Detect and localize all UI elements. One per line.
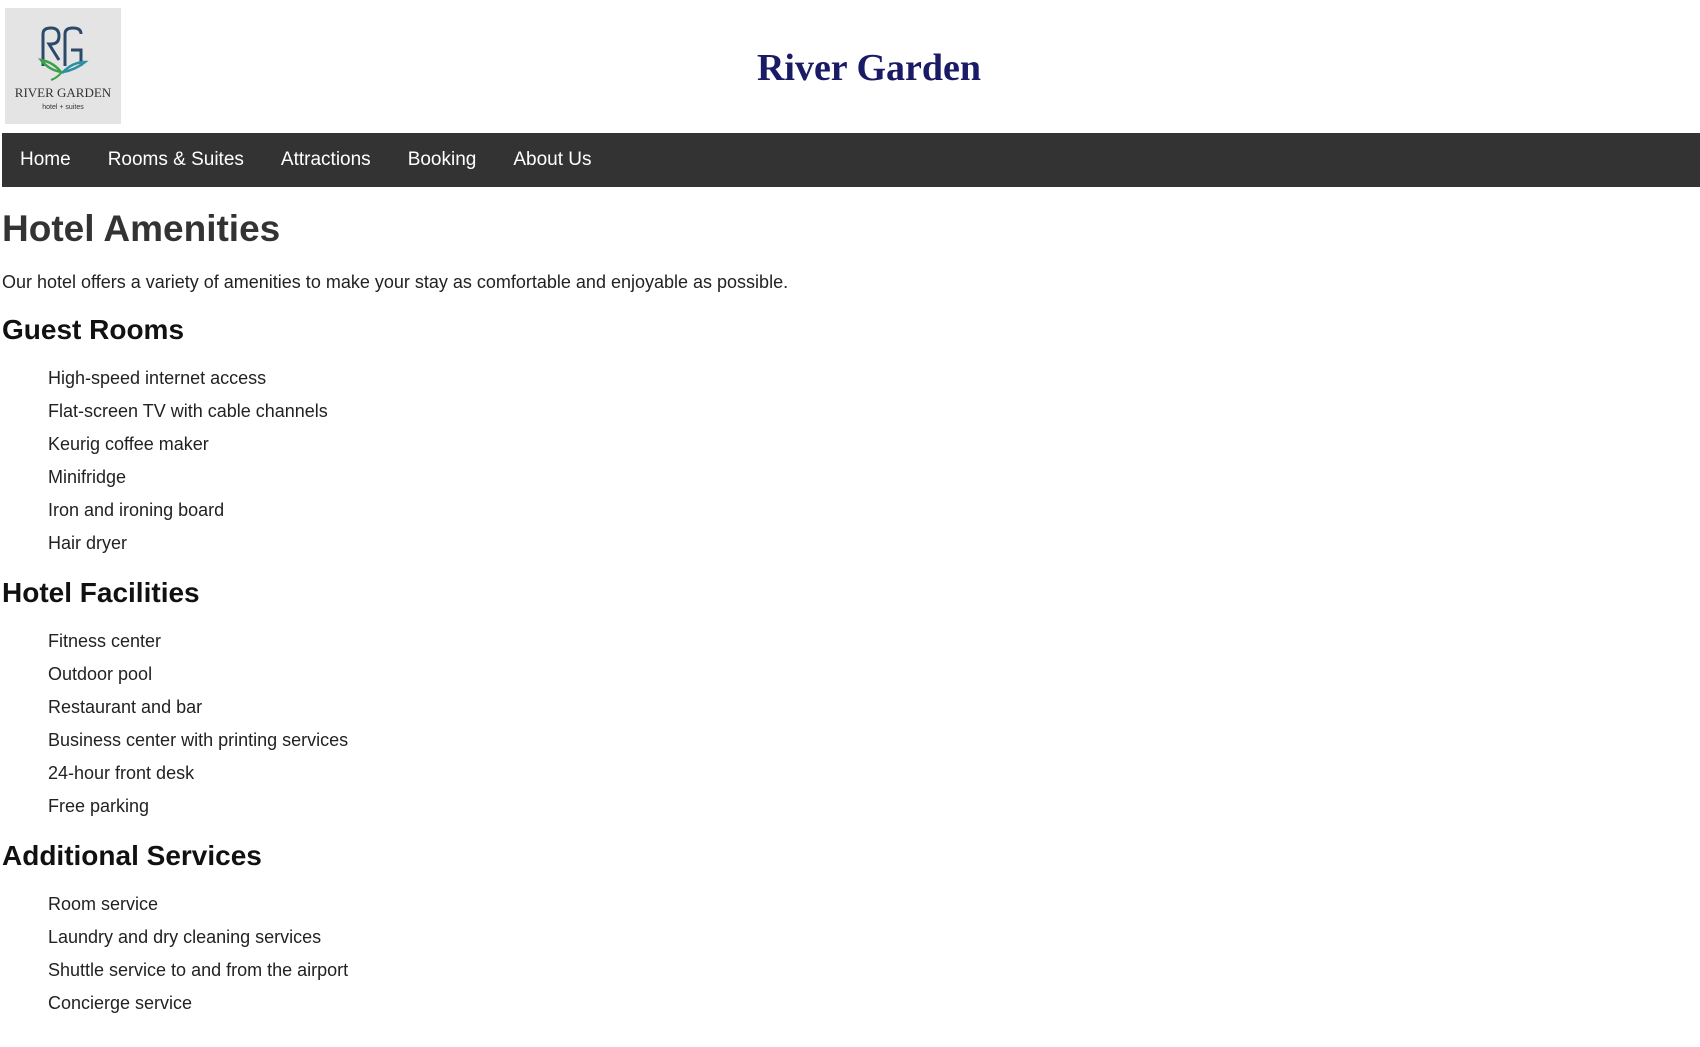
list-item: Flat-screen TV with cable channels <box>48 401 328 421</box>
amenity-list: Fitness center Outdoor pool Restaurant a… <box>2 625 1692 823</box>
nav-booking-link[interactable]: Booking <box>390 133 495 187</box>
nav-attractions-link[interactable]: Attractions <box>263 133 389 187</box>
list-item: 24-hour front desk <box>48 763 195 783</box>
list-item: Hair dryer <box>48 533 128 553</box>
list-item: Laundry and dry cleaning services <box>48 927 322 947</box>
site-title: River Garden <box>756 47 982 89</box>
list-item: Iron and ironing board <box>48 500 225 520</box>
site-header: RIVER GARDEN hotel + suites River Garden <box>0 0 1700 133</box>
list-item: Room service <box>48 894 159 914</box>
nav-home-link[interactable]: Home <box>2 133 89 187</box>
amenity-list: Room service Laundry and dry cleaning se… <box>2 888 1692 1020</box>
section-heading: Hotel Facilities <box>2 577 200 608</box>
intro-paragraph: Our hotel offers a variety of amenities … <box>2 272 789 292</box>
list-item: Shuttle service to and from the airport <box>48 960 349 980</box>
list-item: Minifridge <box>48 467 127 487</box>
list-item: Restaurant and bar <box>48 697 203 717</box>
main-navbar: Home Rooms & Suites Attractions Booking … <box>2 133 1700 187</box>
list-item: High-speed internet access <box>48 368 267 388</box>
section-hotel-facilities: Hotel Facilities Fitness center Outdoor … <box>2 576 1692 823</box>
nav-about-us-link[interactable]: About Us <box>495 133 609 187</box>
logo-tagline: hotel + suites <box>42 104 84 111</box>
section-heading: Additional Services <box>2 840 262 871</box>
section-additional-services: Additional Services Room service Laundry… <box>2 839 1692 1020</box>
nav-rooms-suites-link[interactable]: Rooms & Suites <box>90 133 262 187</box>
section-guest-rooms: Guest Rooms High-speed internet access F… <box>2 313 1692 560</box>
section-heading: Guest Rooms <box>2 314 185 345</box>
list-item: Keurig coffee maker <box>48 434 209 454</box>
list-item: Business center with printing services <box>48 730 349 750</box>
amenity-list: High-speed internet access Flat-screen T… <box>2 362 1692 560</box>
main-content: Hotel Amenities Our hotel offers a varie… <box>2 187 1692 1020</box>
list-item: Free parking <box>48 796 150 816</box>
page-title: Hotel Amenities <box>2 208 281 249</box>
list-item: Concierge service <box>48 993 193 1013</box>
list-item: Outdoor pool <box>48 664 153 684</box>
list-item: Fitness center <box>48 631 162 651</box>
